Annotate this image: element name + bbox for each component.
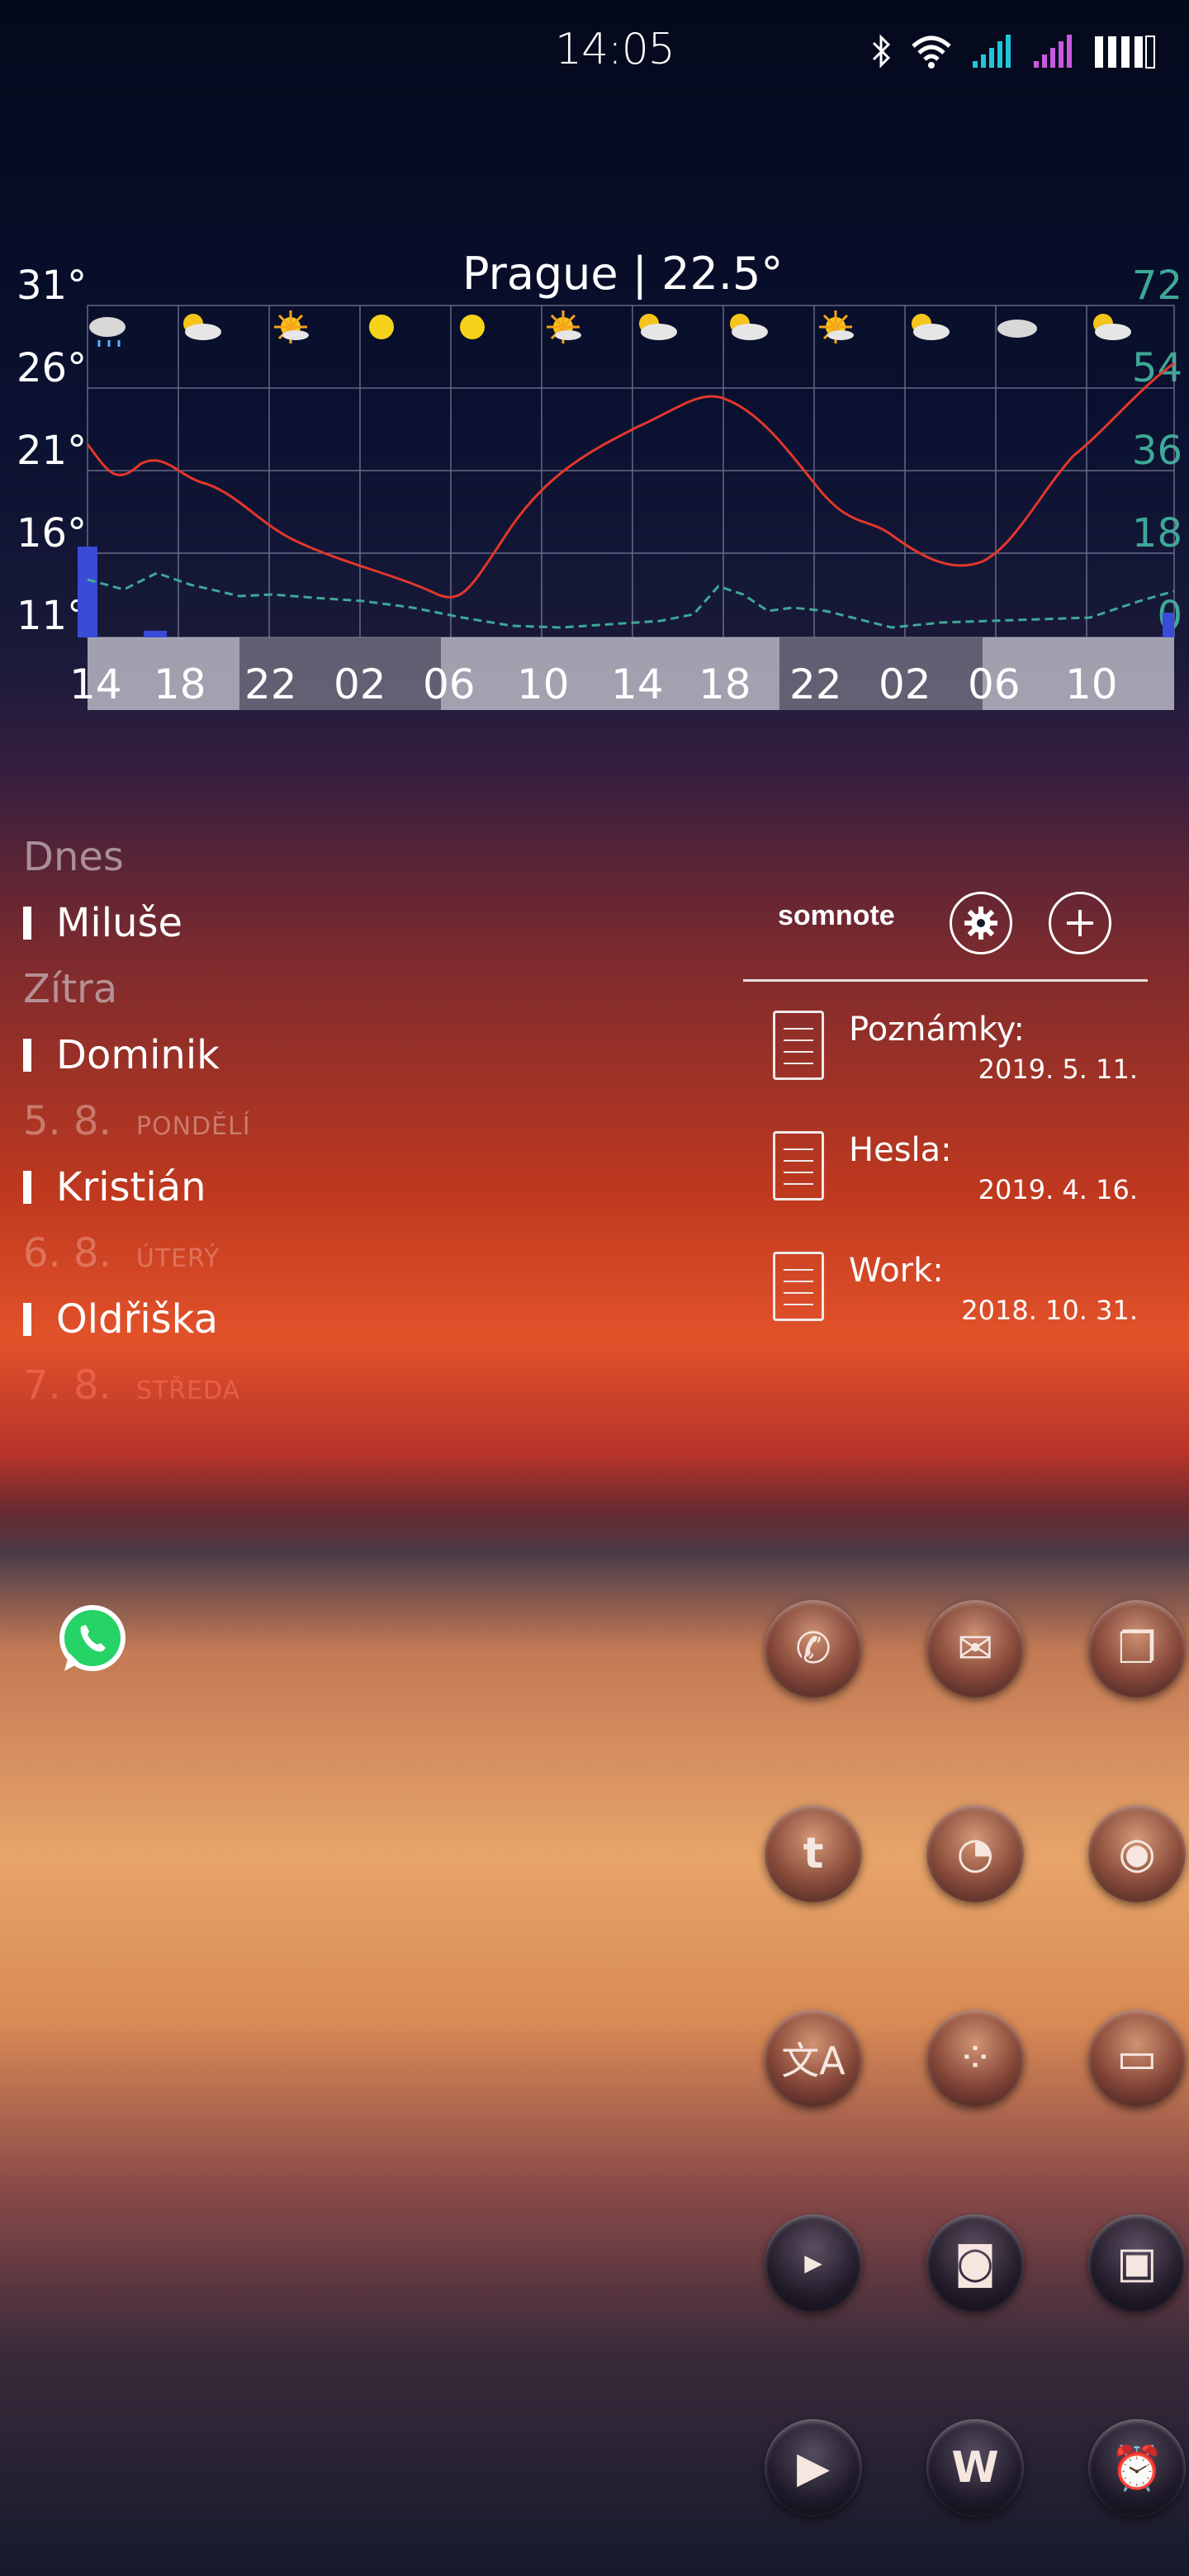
status-icons: [870, 33, 1156, 69]
x-tick: 10: [517, 661, 570, 708]
nameday-bar: [23, 1039, 31, 1072]
nameday-day-label: Dnes: [23, 834, 124, 880]
signal-sim2-icon: [1034, 35, 1072, 68]
camera-icon: ◙: [954, 2238, 997, 2288]
nameday-date-text: 6. 8.: [23, 1230, 111, 1276]
phone-icon: ✆: [795, 1624, 831, 1674]
app-drawer[interactable]: ⁘: [926, 2010, 1024, 2107]
alarm-app[interactable]: ⏰: [1088, 2419, 1186, 2517]
translate-app[interactable]: 文A: [765, 2010, 862, 2107]
nameday-date: 6. 8. ÚTERÝ: [23, 1230, 220, 1276]
x-tick: 14: [611, 661, 664, 708]
forecast-icons: [89, 310, 1131, 347]
note-title: Work:: [849, 1252, 944, 1290]
add-note-button[interactable]: [1049, 892, 1111, 954]
note-doc-icon: [773, 1011, 824, 1080]
youtube-app[interactable]: ▶: [765, 2214, 862, 2312]
rss-icon: ◔: [956, 1829, 994, 1878]
play-store-app[interactable]: ▶: [765, 2419, 862, 2517]
gear-icon: [964, 907, 997, 940]
somnote-divider: [743, 979, 1148, 982]
firefox-icon: ◉: [1118, 1829, 1156, 1878]
clipboard-icon: ❐: [1117, 1624, 1157, 1674]
nameday-weekday: PONDĚLÍ: [135, 1112, 251, 1141]
nameday-date-text: 7. 8.: [23, 1362, 111, 1409]
youtube-icon: ▶: [804, 2249, 822, 2276]
x-tick: 14: [69, 661, 122, 708]
nameday-day-label: Zítra: [23, 966, 118, 1012]
camera-app[interactable]: ◙: [926, 2214, 1024, 2312]
gallery-app[interactable]: ▣: [1088, 2214, 1186, 2312]
play-icon: ▶: [797, 2443, 830, 2493]
wifi-icon: [912, 36, 951, 69]
whatsapp-icon: [59, 1605, 126, 1671]
nameday-name: Dominik: [23, 1032, 220, 1078]
signal-sim1-icon: [973, 35, 1011, 68]
nameday-weekday: STŘEDA: [135, 1376, 241, 1405]
rss-app[interactable]: ◔: [926, 1805, 1024, 1902]
nameday-date-text: 5. 8.: [23, 1098, 111, 1144]
x-tick: 02: [334, 661, 386, 708]
nameday-bar: [23, 1171, 31, 1204]
word-icon: W: [951, 2443, 999, 2493]
x-tick: 10: [1065, 661, 1118, 708]
tumblr-app[interactable]: t: [765, 1805, 862, 1902]
nameday-weekday: ÚTERÝ: [135, 1244, 220, 1273]
note-item[interactable]: Hesla: 2019. 4. 16.: [743, 1131, 1148, 1214]
somnote-logo: somnote: [778, 900, 895, 931]
x-tick: 22: [789, 661, 842, 708]
x-tick: 18: [154, 661, 206, 708]
x-tick: 06: [968, 661, 1021, 708]
note-date: 2018. 10. 31.: [961, 1295, 1138, 1326]
x-tick: 06: [423, 661, 476, 708]
tumblr-icon: t: [803, 1829, 824, 1878]
nameday-name-text: Kristián: [56, 1164, 206, 1210]
note-date: 2019. 4. 16.: [978, 1174, 1138, 1205]
note-title: Poznámky:: [849, 1011, 1025, 1049]
nameday-bar: [23, 907, 31, 940]
note-item[interactable]: Poznámky: 2019. 5. 11.: [743, 1011, 1148, 1093]
nameday-date: 5. 8. PONDĚLÍ: [23, 1098, 251, 1144]
nameday-name: Miluše: [23, 900, 182, 946]
nameday-date: 7. 8. STŘEDA: [23, 1362, 240, 1409]
weather-widget[interactable]: Prague | 22.5° 31° 26° 21° 16° 11° 72 54…: [0, 248, 1189, 718]
word-app[interactable]: W: [926, 2419, 1024, 2517]
translate-icon: 文A: [781, 2039, 846, 2083]
x-tick: 22: [244, 661, 297, 708]
phone-app[interactable]: ✆: [765, 1600, 862, 1698]
firefox-app[interactable]: ◉: [1088, 1805, 1186, 1902]
battery-icon: [1095, 36, 1155, 69]
plus-icon: [1067, 910, 1093, 936]
bluetooth-icon: [872, 34, 891, 69]
settings-button[interactable]: [950, 892, 1012, 954]
mail-app[interactable]: ✉: [926, 1600, 1024, 1698]
note-title: Hesla:: [849, 1131, 952, 1169]
status-clock: 14:05: [555, 25, 675, 74]
nameday-name-text: Miluše: [56, 900, 183, 946]
alarm-clock-icon: ⏰: [1110, 2443, 1164, 2493]
nameday-bar: [23, 1303, 31, 1336]
mail-icon: ✉: [957, 1624, 993, 1674]
notes-app[interactable]: ❐: [1088, 1600, 1186, 1698]
note-doc-icon: [773, 1252, 824, 1321]
dots-grid-icon: ⁘: [957, 2034, 993, 2083]
note-item[interactable]: Work: 2018. 10. 31.: [743, 1252, 1148, 1334]
weather-chart: [78, 305, 1175, 710]
nameday-name: Kristián: [23, 1164, 206, 1210]
nameday-name-text: Oldřiška: [56, 1296, 219, 1342]
x-tick: 18: [699, 661, 751, 708]
gallery-icon: ▣: [1116, 2238, 1158, 2288]
note-doc-icon: [773, 1131, 824, 1200]
note-date: 2019. 5. 11.: [978, 1054, 1138, 1085]
whatsapp-app-icon[interactable]: [54, 1602, 130, 1678]
folder-icon: ▭: [1116, 2034, 1158, 2083]
files-app[interactable]: ▭: [1088, 2010, 1186, 2107]
nameday-name: Oldřiška: [23, 1296, 218, 1342]
x-tick: 02: [879, 661, 931, 708]
status-bar: 14:05: [0, 0, 1189, 107]
nameday-name-text: Dominik: [56, 1032, 220, 1078]
